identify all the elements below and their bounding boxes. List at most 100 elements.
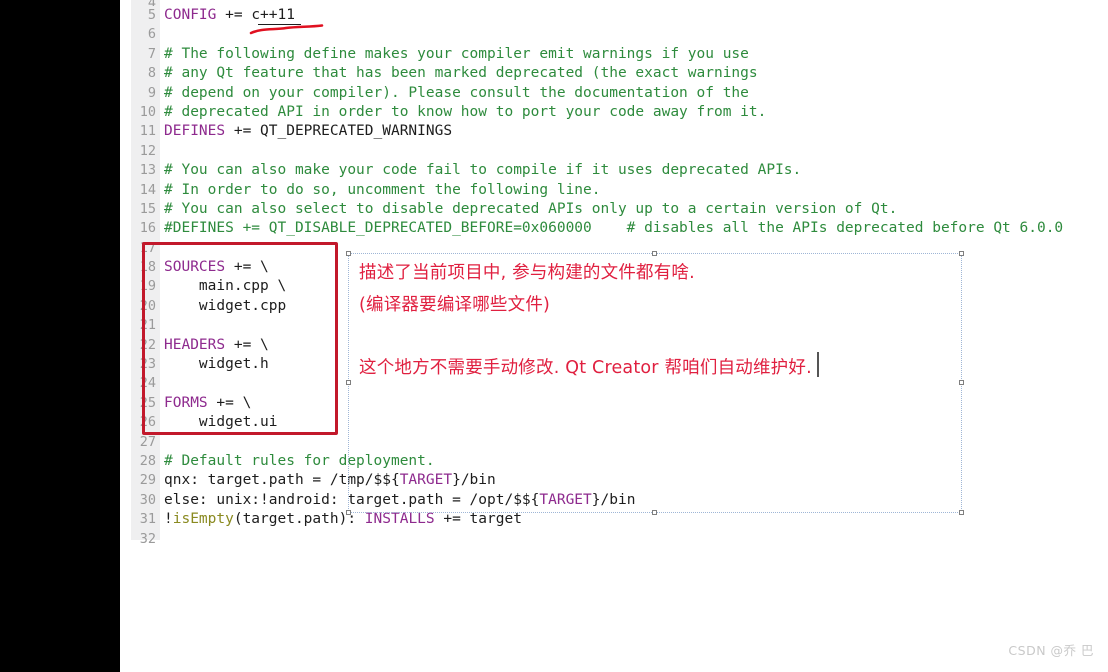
line-number: 23 (139, 356, 156, 373)
csdn-watermark: CSDN @乔 巴 (1008, 643, 1094, 658)
code-line-text: # You can also make your code fail to co… (164, 161, 801, 180)
code-line-text: # In order to do so, uncomment the follo… (164, 181, 601, 200)
line-number: 12 (139, 142, 156, 159)
code-line-text: !isEmpty(target.path): INSTALLS += targe… (164, 510, 522, 529)
code-line-text: # The following define makes your compil… (164, 45, 749, 64)
code-token-plain: += QT_DEPRECATED_WARNINGS (225, 123, 453, 140)
resize-handle-top-right[interactable] (959, 251, 964, 256)
line-number: 29 (139, 472, 156, 489)
code-token-plain: += \ (207, 394, 252, 411)
resize-handle-middle-left[interactable] (346, 380, 351, 385)
line-number: 27 (139, 433, 156, 450)
code-line-text: FORMS += \ (164, 394, 251, 413)
code-token-comment: # The following define makes your compil… (164, 45, 749, 62)
line-number: 31 (139, 511, 156, 528)
line-number: 26 (139, 414, 156, 431)
code-line-text: main.cpp \ (164, 277, 286, 296)
line-number: 25 (139, 394, 156, 411)
code-token-comment: # You can also make your code fail to co… (164, 162, 802, 179)
code-line[interactable]: 14 # In order to do so, uncomment the fol… (131, 181, 1108, 200)
code-line-text: # depend on your compiler). Please consu… (164, 84, 749, 103)
code-token-plain: main.cpp \ (164, 278, 287, 295)
code-token-var: HEADERS (164, 336, 226, 353)
resize-handle-top-middle[interactable] (652, 251, 657, 256)
code-token-plain: widget.ui (164, 414, 278, 431)
annotation-line-1: 描述了当前项目中, 参与构建的文件都有啥. (359, 263, 695, 283)
line-number: 28 (139, 452, 156, 469)
line-number: 18 (139, 259, 156, 276)
text-cursor-caret (817, 352, 819, 377)
red-handdrawn-underline-icon (249, 24, 324, 35)
code-line[interactable]: 10 # deprecated API in order to know how … (131, 103, 1108, 122)
code-token-plain: += target (434, 511, 522, 528)
annotation-line-2: (编译器要编译哪些文件) (359, 295, 551, 315)
code-token-plain: += (216, 7, 252, 23)
resize-handle-top-left[interactable] (346, 251, 351, 256)
code-line-text: widget.ui (164, 413, 278, 432)
line-number: 7 (147, 45, 156, 62)
resize-handle-bottom-right[interactable] (959, 510, 964, 515)
code-line-text: DEFINES += QT_DEPRECATED_WARNINGS (164, 122, 452, 141)
line-number: 20 (139, 297, 156, 314)
code-line-text: SOURCES += \ (164, 258, 269, 277)
line-number: 6 (147, 26, 156, 43)
line-number: 19 (139, 278, 156, 295)
code-token-plain: widget.cpp (164, 297, 287, 314)
code-line[interactable]: 13 # You can also make your code fail to … (131, 161, 1108, 180)
code-line-text: # any Qt feature that has been marked de… (164, 64, 758, 83)
line-number: 22 (139, 336, 156, 353)
annotation-textbox[interactable]: 描述了当前项目中, 参与构建的文件都有啥. (编译器要编译哪些文件) 这个地方不… (346, 251, 964, 515)
code-line[interactable]: 16 #DEFINES += QT_DISABLE_DEPRECATED_BEFO… (131, 219, 1108, 238)
screenshot-root: 45CONFIG += c++1167# The following defin… (0, 0, 1108, 672)
left-white-strip (120, 0, 131, 672)
line-number: 15 (139, 200, 156, 217)
code-token-func: isEmpty (172, 511, 234, 528)
code-line[interactable]: 32 (131, 530, 1108, 549)
code-token-plain: c++11 (251, 7, 295, 23)
code-token-var: DEFINES (164, 123, 226, 140)
code-token-var: FORMS (164, 394, 208, 411)
code-token-var: SOURCES (164, 259, 226, 276)
line-number: 10 (139, 103, 156, 120)
code-token-plain: += \ (225, 336, 269, 353)
code-token-comment: #DEFINES += QT_DISABLE_DEPRECATED_BEFORE… (164, 220, 1064, 237)
line-number: 13 (139, 162, 156, 179)
code-line[interactable]: 12 (131, 142, 1108, 161)
line-number: 30 (139, 491, 156, 508)
code-token-plain: += \ (225, 259, 269, 276)
code-token-plain: ! (164, 511, 173, 528)
line-number: 21 (139, 317, 156, 334)
code-line[interactable]: 8 # any Qt feature that has been marked d… (131, 64, 1108, 83)
line-number: 24 (139, 375, 156, 392)
code-line-text: #DEFINES += QT_DISABLE_DEPRECATED_BEFORE… (164, 219, 1063, 238)
resize-handle-middle-right[interactable] (959, 380, 964, 385)
code-line-text: # deprecated API in order to know how to… (164, 103, 766, 122)
code-token-comment: # You can also select to disable depreca… (164, 200, 898, 217)
code-token-comment: # depend on your compiler). Please consu… (164, 84, 749, 101)
line-number: 16 (139, 220, 156, 237)
line-number: 11 (139, 123, 156, 140)
code-line-text: # You can also select to disable depreca… (164, 200, 897, 219)
code-token-comment: # In order to do so, uncomment the follo… (164, 181, 601, 198)
line-number: 32 (139, 530, 156, 547)
code-line[interactable]: 7 # The following define makes your compi… (131, 45, 1108, 64)
code-line[interactable]: 9 # depend on your compiler). Please cons… (131, 84, 1108, 103)
code-line-text: widget.h (164, 355, 269, 374)
line-number: 8 (147, 65, 156, 82)
annotation-line-3: 这个地方不需要手动修改. Qt Creator 帮咱们自动维护好. (359, 358, 812, 378)
resize-handle-bottom-left[interactable] (346, 510, 351, 515)
code-line-text: widget.cpp (164, 297, 286, 316)
code-line-text: HEADERS += \ (164, 336, 269, 355)
code-token-plain: widget.h (164, 356, 269, 373)
line-number: 5 (147, 7, 156, 23)
left-black-bar (0, 0, 120, 672)
line-number: 17 (139, 239, 156, 256)
code-token-comment: # deprecated API in order to know how to… (164, 103, 767, 120)
code-line[interactable]: 11 DEFINES += QT_DEPRECATED_WARNINGS (131, 122, 1108, 141)
code-token-var: CONFIG (164, 7, 217, 23)
code-token-comment: # any Qt feature that has been marked de… (164, 65, 758, 82)
resize-handle-bottom-middle[interactable] (652, 510, 657, 515)
code-line[interactable]: 15 # You can also select to disable depre… (131, 200, 1108, 219)
code-token-var: INSTALLS (364, 511, 435, 528)
line-number: 14 (139, 181, 156, 198)
